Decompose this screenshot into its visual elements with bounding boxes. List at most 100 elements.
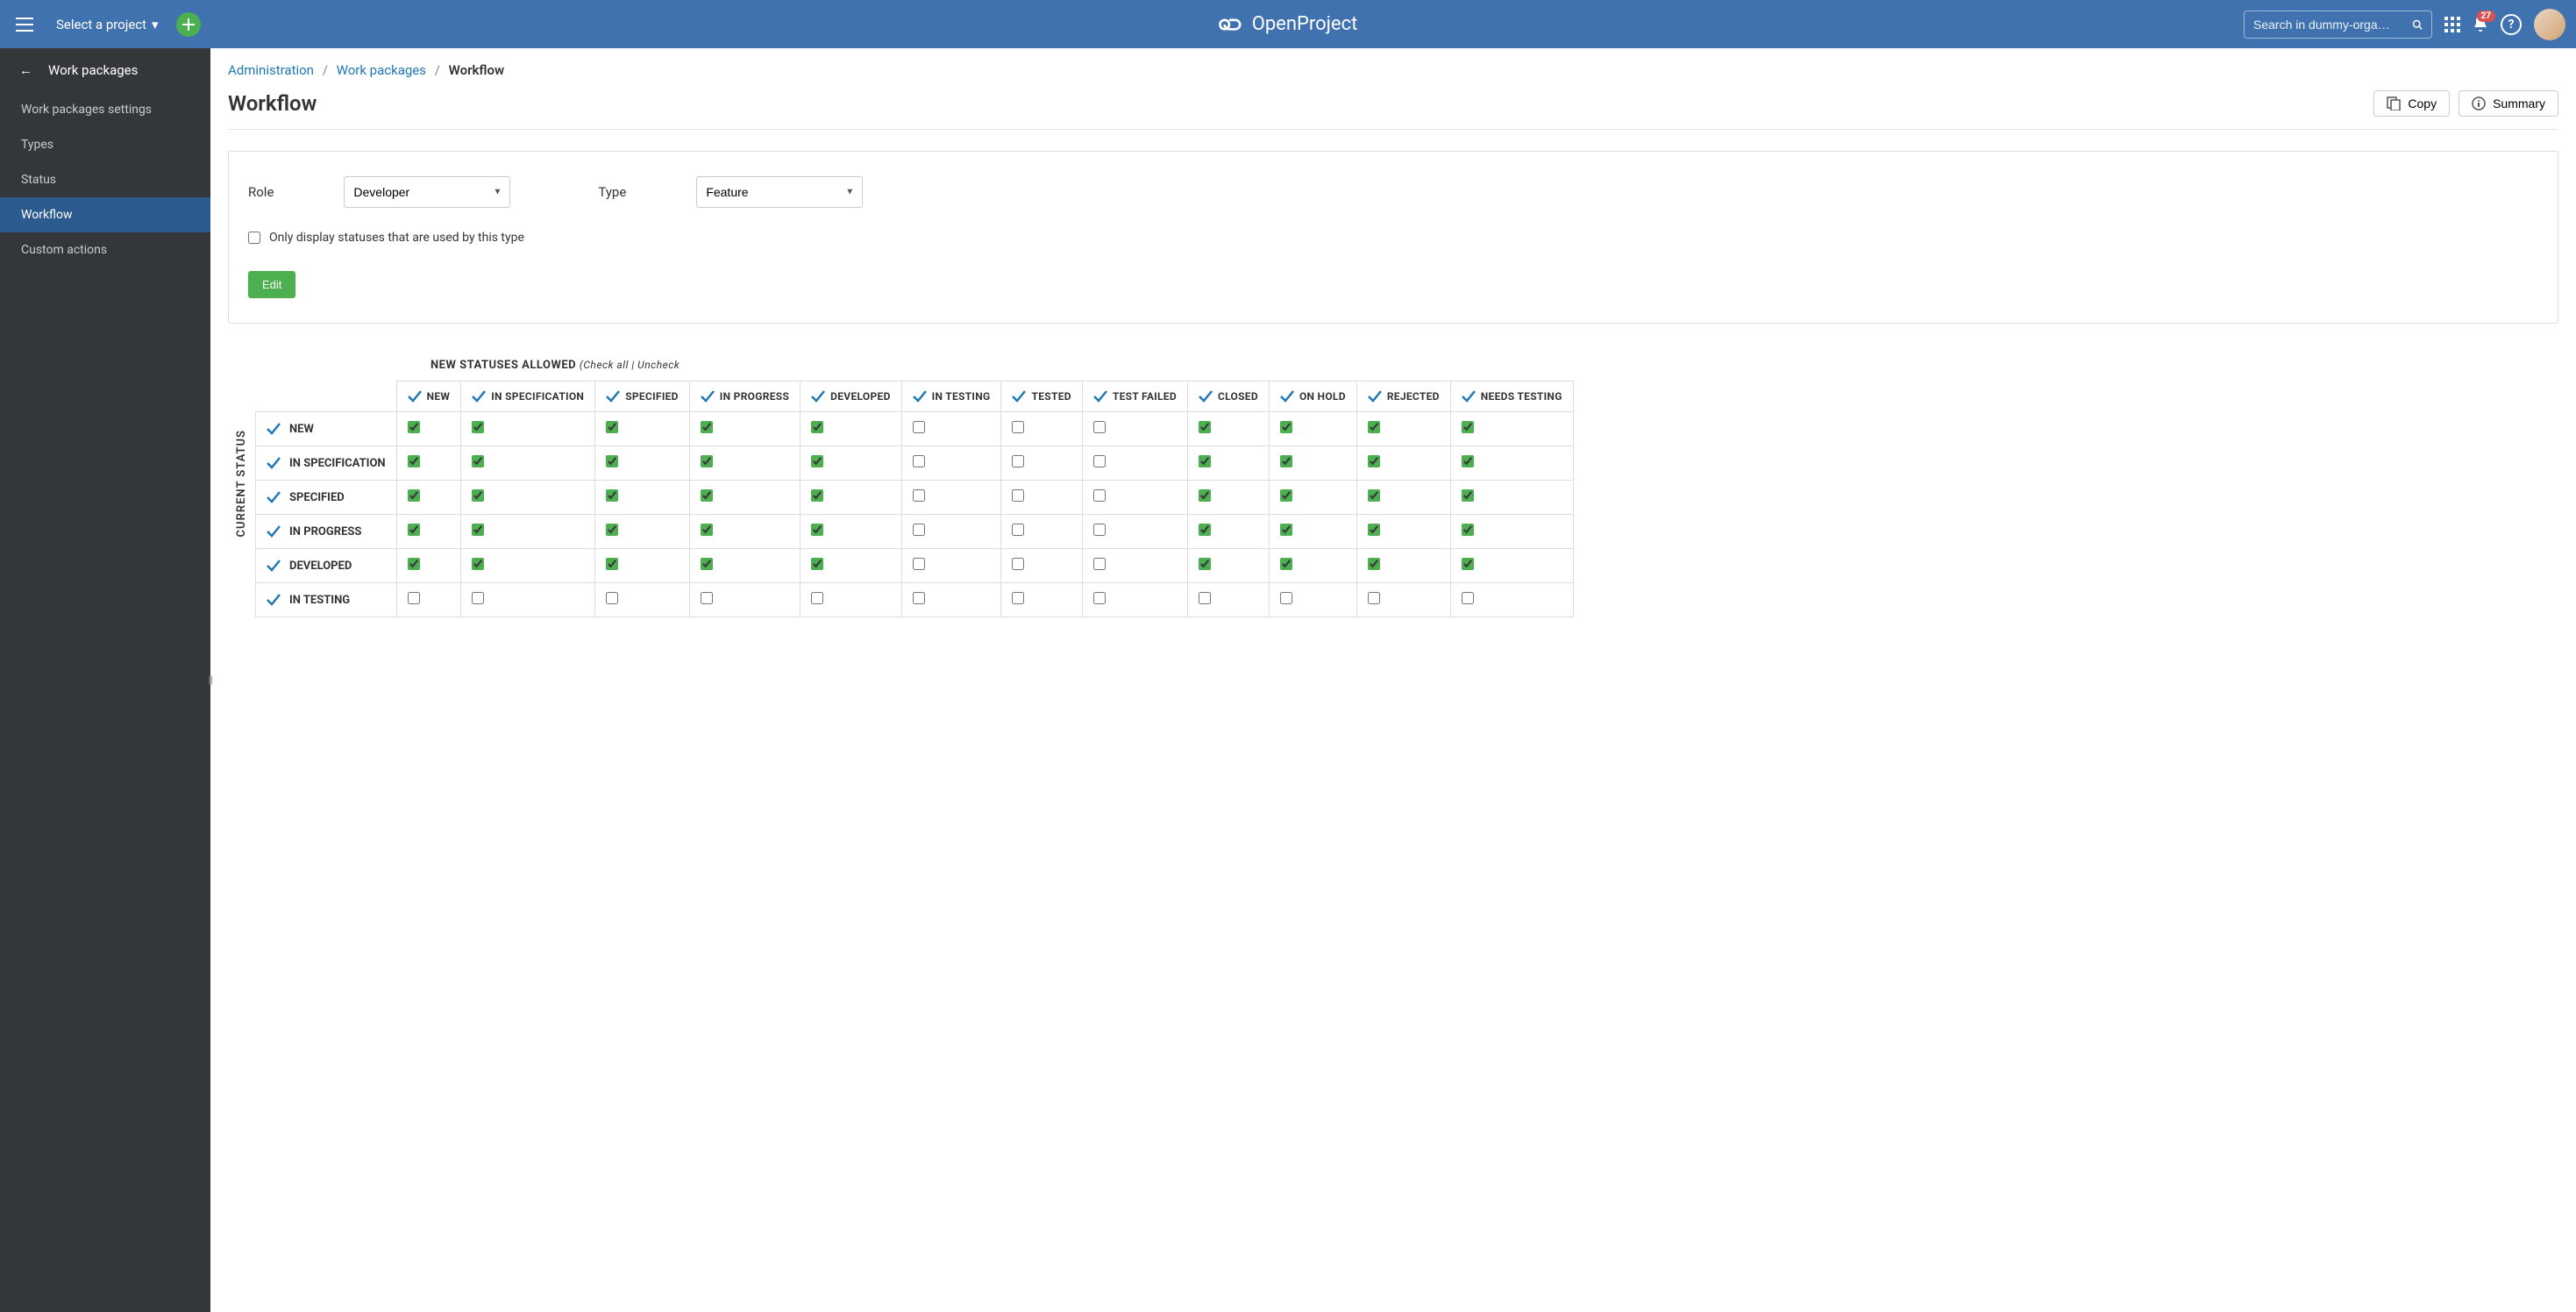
matrix-col-header[interactable]: ON HOLD: [1269, 381, 1356, 412]
matrix-checkbox[interactable]: [606, 558, 618, 570]
matrix-checkbox[interactable]: [472, 421, 484, 433]
sidebar-collapse-handle[interactable]: ‖: [208, 673, 213, 688]
matrix-caption-links[interactable]: (Check all | Uncheck: [580, 359, 680, 371]
type-select[interactable]: Feature: [696, 176, 863, 208]
matrix-checkbox[interactable]: [472, 455, 484, 467]
matrix-checkbox[interactable]: [1280, 592, 1292, 604]
matrix-checkbox[interactable]: [1199, 592, 1211, 604]
matrix-checkbox[interactable]: [913, 489, 925, 502]
matrix-checkbox[interactable]: [913, 455, 925, 467]
matrix-checkbox[interactable]: [913, 524, 925, 536]
matrix-checkbox[interactable]: [1368, 524, 1380, 536]
matrix-checkbox[interactable]: [408, 421, 420, 433]
matrix-checkbox[interactable]: [1368, 421, 1380, 433]
breadcrumb-link-administration[interactable]: Administration: [228, 62, 314, 78]
sidebar-back[interactable]: ← Work packages: [0, 48, 210, 92]
matrix-col-header[interactable]: DEVELOPED: [801, 381, 902, 412]
matrix-checkbox[interactable]: [1368, 489, 1380, 502]
matrix-row-header[interactable]: IN TESTING: [256, 583, 397, 617]
matrix-checkbox[interactable]: [1280, 421, 1292, 433]
matrix-checkbox[interactable]: [1462, 455, 1474, 467]
matrix-checkbox[interactable]: [1368, 592, 1380, 604]
matrix-checkbox[interactable]: [811, 421, 823, 433]
matrix-col-header[interactable]: IN TESTING: [901, 381, 1001, 412]
matrix-checkbox[interactable]: [1462, 421, 1474, 433]
matrix-col-header[interactable]: CLOSED: [1187, 381, 1269, 412]
matrix-checkbox[interactable]: [408, 455, 420, 467]
matrix-checkbox[interactable]: [701, 455, 713, 467]
matrix-checkbox[interactable]: [701, 489, 713, 502]
matrix-col-header[interactable]: TESTED: [1001, 381, 1082, 412]
matrix-checkbox[interactable]: [472, 489, 484, 502]
sidebar-item-workflow[interactable]: Workflow: [0, 197, 210, 232]
matrix-row-header[interactable]: IN SPECIFICATION: [256, 446, 397, 481]
matrix-checkbox[interactable]: [1199, 524, 1211, 536]
matrix-checkbox[interactable]: [701, 421, 713, 433]
matrix-checkbox[interactable]: [1012, 524, 1024, 536]
matrix-checkbox[interactable]: [811, 558, 823, 570]
matrix-checkbox[interactable]: [1280, 489, 1292, 502]
matrix-checkbox[interactable]: [1368, 558, 1380, 570]
matrix-checkbox[interactable]: [1280, 558, 1292, 570]
matrix-row-header[interactable]: IN PROGRESS: [256, 515, 397, 549]
matrix-checkbox[interactable]: [1462, 558, 1474, 570]
matrix-checkbox[interactable]: [1093, 558, 1106, 570]
matrix-checkbox[interactable]: [1093, 455, 1106, 467]
matrix-checkbox[interactable]: [1199, 558, 1211, 570]
edit-button[interactable]: Edit: [248, 271, 295, 298]
matrix-checkbox[interactable]: [1280, 524, 1292, 536]
matrix-checkbox[interactable]: [701, 592, 713, 604]
sidebar-item-types[interactable]: Types: [0, 127, 210, 162]
breadcrumb-link-work-packages[interactable]: Work packages: [337, 62, 426, 78]
only-used-checkbox[interactable]: [248, 232, 260, 244]
matrix-checkbox[interactable]: [408, 524, 420, 536]
hamburger-icon[interactable]: [11, 11, 39, 39]
matrix-checkbox[interactable]: [472, 558, 484, 570]
search-box[interactable]: [2244, 11, 2432, 39]
matrix-checkbox[interactable]: [1012, 558, 1024, 570]
matrix-col-header[interactable]: NEW: [396, 381, 461, 412]
matrix-col-header[interactable]: NEEDS TESTING: [1450, 381, 1573, 412]
matrix-checkbox[interactable]: [408, 592, 420, 604]
matrix-checkbox[interactable]: [701, 558, 713, 570]
sidebar-item-work-packages-settings[interactable]: Work packages settings: [0, 92, 210, 127]
matrix-checkbox[interactable]: [1199, 489, 1211, 502]
matrix-checkbox[interactable]: [1093, 524, 1106, 536]
matrix-checkbox[interactable]: [701, 524, 713, 536]
project-selector[interactable]: Select a project ▾: [47, 11, 167, 38]
matrix-checkbox[interactable]: [606, 524, 618, 536]
matrix-checkbox[interactable]: [1462, 592, 1474, 604]
matrix-checkbox[interactable]: [472, 524, 484, 536]
notifications-button[interactable]: 27: [2473, 16, 2488, 33]
matrix-col-header[interactable]: SPECIFIED: [595, 381, 690, 412]
matrix-checkbox[interactable]: [1199, 455, 1211, 467]
matrix-col-header[interactable]: REJECTED: [1356, 381, 1450, 412]
only-used-checkbox-row[interactable]: Only display statuses that are used by t…: [248, 231, 2538, 245]
matrix-checkbox[interactable]: [472, 592, 484, 604]
matrix-checkbox[interactable]: [1012, 455, 1024, 467]
matrix-checkbox[interactable]: [408, 489, 420, 502]
matrix-checkbox[interactable]: [606, 592, 618, 604]
matrix-checkbox[interactable]: [1462, 524, 1474, 536]
matrix-checkbox[interactable]: [913, 421, 925, 433]
matrix-checkbox[interactable]: [1462, 489, 1474, 502]
matrix-checkbox[interactable]: [1093, 421, 1106, 433]
matrix-checkbox[interactable]: [1280, 455, 1292, 467]
matrix-checkbox[interactable]: [1368, 455, 1380, 467]
matrix-checkbox[interactable]: [811, 524, 823, 536]
matrix-checkbox[interactable]: [1093, 489, 1106, 502]
sidebar-item-custom-actions[interactable]: Custom actions: [0, 232, 210, 267]
matrix-checkbox[interactable]: [1012, 421, 1024, 433]
matrix-checkbox[interactable]: [811, 455, 823, 467]
matrix-checkbox[interactable]: [811, 489, 823, 502]
matrix-row-header[interactable]: DEVELOPED: [256, 549, 397, 583]
matrix-col-header[interactable]: TEST FAILED: [1082, 381, 1187, 412]
add-button[interactable]: [176, 12, 201, 37]
matrix-checkbox[interactable]: [1012, 592, 1024, 604]
matrix-checkbox[interactable]: [913, 592, 925, 604]
avatar[interactable]: [2534, 9, 2565, 40]
matrix-checkbox[interactable]: [811, 592, 823, 604]
matrix-checkbox[interactable]: [606, 489, 618, 502]
apps-grid-icon[interactable]: [2444, 17, 2460, 32]
role-select[interactable]: Developer: [344, 176, 510, 208]
